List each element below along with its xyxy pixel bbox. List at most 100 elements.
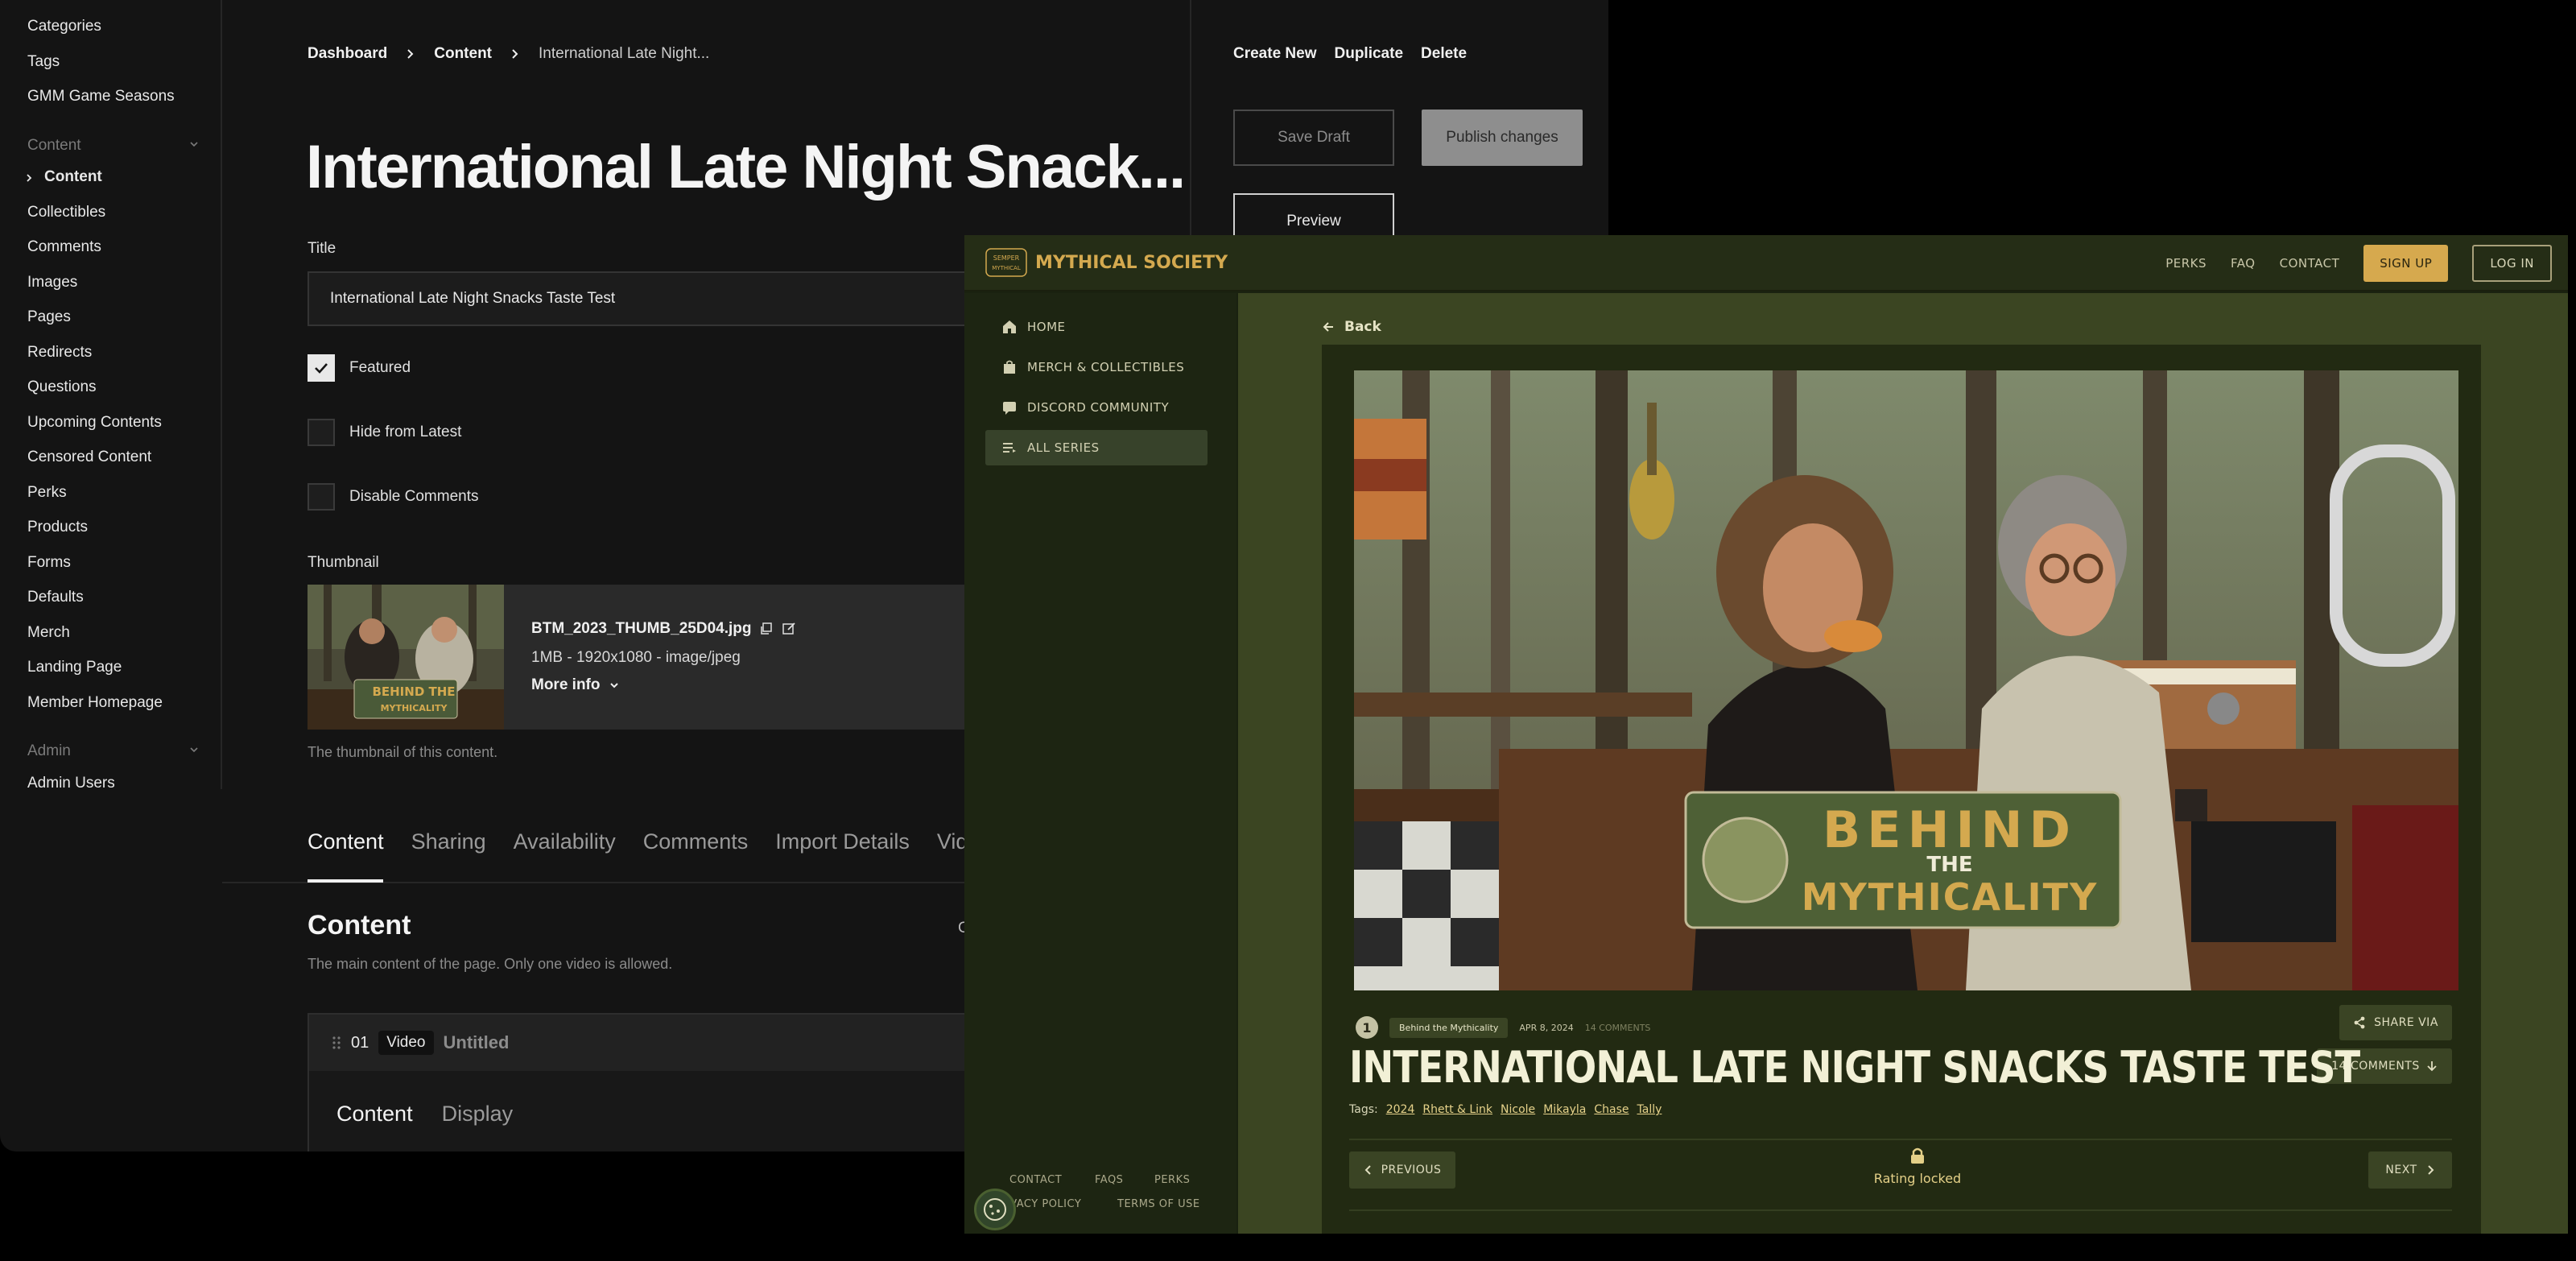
chevron-down-icon xyxy=(609,683,618,688)
footer-perks[interactable]: PERKS xyxy=(1154,1174,1190,1186)
sidebar-section-admin[interactable]: Admin xyxy=(27,742,200,760)
edit-icon[interactable] xyxy=(782,622,796,636)
sidebar-item-categories[interactable]: Categories xyxy=(27,18,101,35)
drag-handle-icon[interactable] xyxy=(332,1036,341,1050)
sidebar-item-tags[interactable]: Tags xyxy=(27,53,60,71)
sign-up-button[interactable]: SIGN UP xyxy=(2363,245,2449,282)
tag-link[interactable]: Rhett & Link xyxy=(1422,1103,1492,1116)
sidebar-item-forms[interactable]: Forms xyxy=(27,554,71,572)
sidebar-item-collectibles[interactable]: Collectibles xyxy=(27,204,105,221)
sidebar-item-products[interactable]: Products xyxy=(27,519,88,536)
episode-comments-count[interactable]: 14 COMMENTS xyxy=(1585,1023,1651,1033)
nav-faq[interactable]: FAQ xyxy=(2231,256,2256,271)
chevron-right-icon xyxy=(27,174,32,182)
hide-latest-checkbox[interactable] xyxy=(308,419,335,446)
svg-text:MYTHICAL: MYTHICAL xyxy=(992,265,1021,271)
series-badge[interactable]: Behind the Mythicality xyxy=(1389,1017,1509,1038)
sidebar-item-comments[interactable]: Comments xyxy=(27,238,101,256)
sidebar-item-perks[interactable]: Perks xyxy=(27,484,67,502)
disable-comments-checkbox[interactable] xyxy=(308,483,335,511)
breadcrumb-dashboard[interactable]: Dashboard xyxy=(308,45,387,63)
disable-comments-checkbox-row[interactable]: Disable Comments xyxy=(308,483,479,511)
home-icon xyxy=(1003,320,1016,333)
tag-link[interactable]: Tally xyxy=(1637,1103,1662,1116)
sidebar-section-content[interactable]: Content xyxy=(27,137,200,155)
episode-meta: 1 Behind the Mythicality APR 8, 2024 14 … xyxy=(1356,1016,1650,1039)
duplicate-button[interactable]: Duplicate xyxy=(1335,45,1404,63)
thumbnail-image[interactable]: BEHIND THE MYTHICALITY xyxy=(308,585,504,730)
tab-sharing[interactable]: Sharing xyxy=(411,829,486,854)
sidebar-item-images[interactable]: Images xyxy=(27,274,77,291)
sidebar-item-censored-content[interactable]: Censored Content xyxy=(27,449,151,466)
log-in-button[interactable]: LOG IN xyxy=(2472,245,2552,282)
site-nav-merch[interactable]: MERCH & COLLECTIBLES xyxy=(985,349,1208,385)
block-number: 01 xyxy=(351,1033,369,1052)
video-player[interactable]: BEHIND THE MYTHICALITY xyxy=(1354,370,2458,990)
share-button[interactable]: SHARE VIA xyxy=(2339,1005,2452,1040)
cookie-settings-button[interactable] xyxy=(974,1189,1016,1230)
delete-button[interactable]: Delete xyxy=(1421,45,1467,63)
block-tab-display[interactable]: Display xyxy=(442,1102,514,1127)
sidebar-item-pages[interactable]: Pages xyxy=(27,308,71,326)
sidebar-item-member-homepage[interactable]: Member Homepage xyxy=(27,694,163,712)
tag-link[interactable]: Nicole xyxy=(1501,1103,1535,1116)
back-label: Back xyxy=(1344,319,1381,335)
next-button[interactable]: NEXT xyxy=(2368,1151,2452,1189)
video-frame: BEHIND THE MYTHICALITY xyxy=(1354,370,2458,990)
create-new-button[interactable]: Create New xyxy=(1233,45,1317,63)
list-icon xyxy=(1003,443,1016,453)
copy-icon[interactable] xyxy=(759,622,774,636)
sidebar-item-merch[interactable]: Merch xyxy=(27,624,70,642)
sidebar-item-landing-page[interactable]: Landing Page xyxy=(27,659,122,676)
tag-link[interactable]: Chase xyxy=(1594,1103,1629,1116)
video-overlay-top: BEHIND xyxy=(1823,800,2077,859)
featured-checkbox[interactable] xyxy=(308,354,335,382)
tag-link[interactable]: Mikayla xyxy=(1543,1103,1586,1116)
footer-contact[interactable]: CONTACT xyxy=(1009,1174,1062,1186)
thumbnail-more-info[interactable]: More info xyxy=(531,676,620,694)
back-link[interactable]: Back xyxy=(1322,319,1381,335)
sidebar-item-content[interactable]: Content xyxy=(44,168,102,186)
sidebar-item-gmm-game-seasons[interactable]: GMM Game Seasons xyxy=(27,88,175,105)
breadcrumb-content[interactable]: Content xyxy=(434,45,492,63)
tag-link[interactable]: 2024 xyxy=(1386,1103,1415,1116)
sidebar-item-defaults[interactable]: Defaults xyxy=(27,589,84,606)
thumbnail-overlay-text: BEHIND THE xyxy=(372,684,455,699)
block-type-badge: Video xyxy=(378,1031,434,1055)
save-draft-button[interactable]: Save Draft xyxy=(1233,110,1394,166)
arrow-left-icon xyxy=(1323,322,1333,332)
chevron-down-icon xyxy=(190,747,198,753)
tab-comments[interactable]: Comments xyxy=(643,829,749,854)
previous-button[interactable]: PREVIOUS xyxy=(1349,1151,1455,1189)
tab-content[interactable]: Content xyxy=(308,829,384,854)
block-tab-content[interactable]: Content xyxy=(336,1102,413,1127)
site-nav-discord[interactable]: DISCORD COMMUNITY xyxy=(985,390,1208,425)
sidebar-item-admin-users[interactable]: Admin Users xyxy=(27,775,115,792)
nav-contact[interactable]: CONTACT xyxy=(2280,256,2340,271)
site-logo[interactable]: SEMPER MYTHICAL MYTHICAL SOCIETY xyxy=(985,248,1228,277)
video-overlay-mid: THE xyxy=(1926,853,1972,877)
page-title: International Late Night Snack... xyxy=(306,133,1186,201)
tab-import-details[interactable]: Import Details xyxy=(775,829,910,854)
footer-faqs[interactable]: FAQS xyxy=(1095,1174,1123,1186)
site-nav-home[interactable]: HOME xyxy=(985,309,1208,345)
chevron-right-icon xyxy=(407,49,414,59)
tab-availability[interactable]: Availability xyxy=(514,829,616,854)
thumbnail-filename-row: BTM_2023_THUMB_25D04.jpg xyxy=(531,620,796,638)
share-icon xyxy=(2354,1016,2365,1029)
disable-comments-label: Disable Comments xyxy=(349,488,479,505)
thumbnail-help: The thumbnail of this content. xyxy=(308,744,498,760)
featured-checkbox-row[interactable]: Featured xyxy=(308,354,411,382)
sidebar-item-questions[interactable]: Questions xyxy=(27,378,97,396)
thumbnail-meta: 1MB - 1920x1080 - image/jpeg xyxy=(531,649,741,666)
tab-active-underline xyxy=(308,879,383,883)
nav-perks[interactable]: PERKS xyxy=(2165,256,2207,271)
footer-terms[interactable]: TERMS OF USE xyxy=(1117,1198,1200,1210)
site-nav-merch-label: MERCH & COLLECTIBLES xyxy=(1027,360,1185,374)
hide-latest-checkbox-row[interactable]: Hide from Latest xyxy=(308,419,461,446)
site-nav-all-series[interactable]: ALL SERIES xyxy=(985,430,1208,465)
publish-button[interactable]: Publish changes xyxy=(1422,110,1583,166)
sidebar-item-redirects[interactable]: Redirects xyxy=(27,344,92,362)
sidebar-item-upcoming-contents[interactable]: Upcoming Contents xyxy=(27,414,162,432)
bag-icon xyxy=(1004,360,1015,374)
